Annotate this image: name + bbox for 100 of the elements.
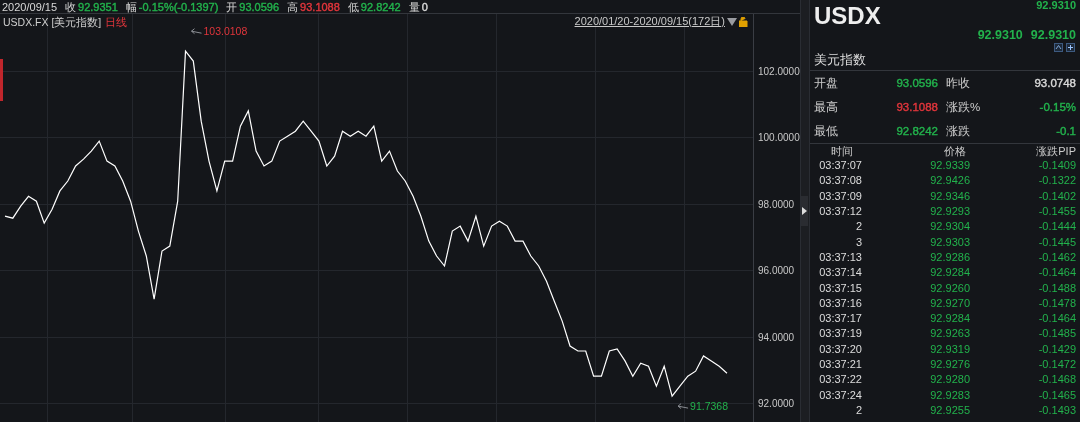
stat-label: 最低 <box>814 123 839 139</box>
change-cell-text: -0.1464 <box>1037 312 1076 326</box>
change-cell-text: -0.1444 <box>1037 220 1076 234</box>
time-cell-text: 03:37:13 <box>818 250 862 264</box>
change-cell-text: -0.1478 <box>1037 296 1076 310</box>
bid-price: 92.9310 <box>977 28 1023 42</box>
change-cell-text: -0.1455 <box>1037 205 1076 219</box>
stat-label: 幅 <box>125 0 137 13</box>
stat-value: 92.8242 <box>360 0 401 13</box>
price-cell-text: 92.9304 <box>929 220 970 234</box>
stat-value: -0.1 <box>1056 125 1076 137</box>
price-cell-text: 92.9260 <box>929 281 970 295</box>
stat-value: 93.1088 <box>300 0 340 13</box>
time-cell-text: 03:37:16 <box>818 296 862 310</box>
price-cell-text: 92.9280 <box>929 373 970 387</box>
change-cell-text: -0.1485 <box>1037 327 1076 341</box>
price-cell-text: 92.9276 <box>929 358 970 371</box>
column-header: 价格 <box>943 144 967 159</box>
symbol-title: USDX <box>814 4 881 28</box>
time-cell-text: 2 <box>854 403 862 417</box>
price-annotation: 91.7368 <box>690 400 729 413</box>
last-price: 92.9310 <box>1036 0 1076 11</box>
time-cell-text: 03:37:12 <box>818 205 862 219</box>
time-cell-text: 03:37:24 <box>818 388 862 402</box>
stat-value: 93.0596 <box>896 77 938 89</box>
column-header: 涨跌PIP <box>1035 144 1076 159</box>
time-cell-text: 03:37:20 <box>818 342 862 356</box>
stat-value: 0 <box>421 0 428 13</box>
change-cell-text: -0.1445 <box>1037 235 1076 249</box>
lock-icon[interactable] <box>739 16 748 27</box>
change-cell-text: -0.1464 <box>1037 266 1076 280</box>
column-header: 时间 <box>830 144 854 159</box>
ask-price: 92.9310 <box>1030 28 1076 42</box>
dropdown-icon[interactable] <box>727 17 737 26</box>
price-cell-text: 92.9339 <box>929 159 970 173</box>
collapse-button[interactable] <box>801 196 808 226</box>
price-cell-text: 92.9255 <box>929 403 970 417</box>
time-cell-text: 3 <box>854 235 862 249</box>
y-axis-label: 94.0000 <box>758 331 795 343</box>
stat-label: 涨跌 <box>945 123 971 139</box>
stat-label: 最高 <box>814 99 839 115</box>
stat-label: 高 <box>287 0 299 13</box>
stat-label: 低 <box>347 0 359 13</box>
price-cell-text: 92.9286 <box>929 250 970 264</box>
time-cell-text: 03:37:22 <box>818 373 862 387</box>
date-range[interactable]: 2020/01/20-2020/09/15(172日) <box>574 14 725 29</box>
y-axis-label: 102.0000 <box>758 66 800 78</box>
time-cell-text: 03:37:15 <box>818 281 862 295</box>
y-axis-label: 92.0000 <box>758 398 795 410</box>
time-cell-text: 03:37:09 <box>818 189 862 203</box>
time-cell-text: 03:37:17 <box>818 312 862 326</box>
stat-value: 92.8242 <box>896 125 938 137</box>
window-icon[interactable] <box>1054 43 1063 52</box>
stat-label: 涨跌% <box>945 99 982 115</box>
time-cell-text: 03:37:21 <box>818 358 862 371</box>
stat-value: -0.15% <box>1039 101 1076 113</box>
symbol-label: USDX.FX [美元指数] <box>3 16 102 30</box>
y-axis-label: 96.0000 <box>758 265 795 277</box>
change-cell-text: -0.1488 <box>1037 281 1076 295</box>
marker-bar <box>0 59 3 101</box>
y-axis-label: 98.0000 <box>758 198 795 210</box>
arrow-icon <box>677 403 689 410</box>
stat-label: 收 <box>65 0 77 13</box>
caret-icon <box>802 207 807 215</box>
time-cell-text: 03:37:19 <box>818 327 862 341</box>
stat-value: 93.1088 <box>896 101 938 113</box>
arrow-icon <box>191 28 202 35</box>
price-cell-text: 92.9293 <box>929 205 970 219</box>
change-cell-text: -0.1468 <box>1037 373 1076 387</box>
price-cell-text: 92.9303 <box>929 235 970 249</box>
change-cell-text: -0.1462 <box>1037 250 1076 264</box>
stat-label: 开盘 <box>814 75 839 91</box>
time-cell-text: 03:37:08 <box>818 174 862 188</box>
time-cell-text: 2 <box>854 220 862 234</box>
change-cell-text: -0.1409 <box>1037 159 1076 173</box>
change-cell-text: -0.1472 <box>1037 358 1076 371</box>
stat-label: 昨收 <box>945 75 971 91</box>
price-cell-text: 92.9283 <box>929 388 970 402</box>
quote-date: 2020/09/15 <box>2 0 58 13</box>
stat-value: 93.0596 <box>239 0 280 13</box>
price-cell-text: 92.9263 <box>929 327 970 341</box>
change-cell-text: -0.1429 <box>1037 342 1076 356</box>
price-annotation: 103.0108 <box>203 25 248 38</box>
price-cell-text: 92.9284 <box>929 266 970 280</box>
add-icon[interactable] <box>1066 43 1075 52</box>
time-cell-text: 03:37:14 <box>818 266 862 280</box>
instrument-name: 美元指数 <box>814 52 867 67</box>
stat-label: 开 <box>226 0 238 13</box>
period-label: 日线 <box>105 16 128 30</box>
change-cell-text: -0.1465 <box>1037 388 1076 402</box>
price-cell-text: 92.9270 <box>929 296 970 310</box>
stat-value: 92.9351 <box>78 0 118 13</box>
price-cell-text: 92.9284 <box>929 312 970 326</box>
price-cell-text: 92.9346 <box>929 189 970 203</box>
change-cell-text: -0.1402 <box>1037 189 1076 203</box>
time-cell-text: 03:37:07 <box>818 159 862 173</box>
price-cell-text: 92.9319 <box>929 342 970 356</box>
stat-label: 量 <box>408 0 420 13</box>
y-axis-label: 100.0000 <box>758 132 800 144</box>
price-cell-text: 92.9426 <box>929 174 970 188</box>
